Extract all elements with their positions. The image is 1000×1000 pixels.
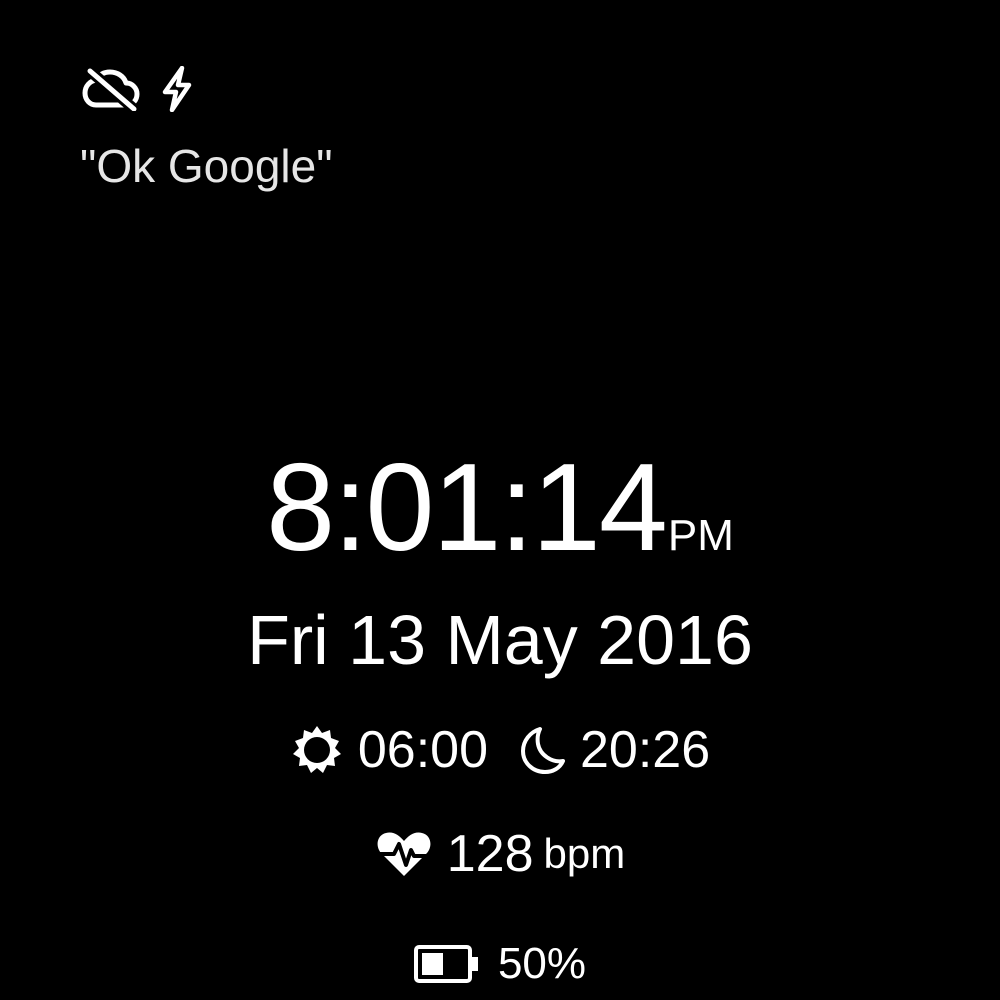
clock: 8:01:14 PM bbox=[0, 440, 1000, 570]
sunrise-time: 06:00 bbox=[357, 721, 488, 779]
heart-rate-value: 128 bbox=[446, 825, 534, 883]
battery-percent: 50% bbox=[497, 939, 587, 988]
moon-icon bbox=[518, 725, 580, 775]
status-bar bbox=[82, 66, 194, 112]
cloud-off-icon bbox=[82, 67, 140, 111]
battery-status: 50% bbox=[0, 936, 1000, 992]
battery-fill bbox=[421, 953, 443, 975]
clock-ampm: PM bbox=[667, 511, 734, 560]
sun-times: 06:00 20:26 bbox=[0, 718, 1000, 782]
sunset-time: 20:26 bbox=[580, 721, 711, 779]
charging-bolt-icon bbox=[160, 66, 194, 112]
clock-time: 8:01:14 bbox=[266, 439, 668, 577]
heart-rate-icon bbox=[374, 829, 447, 879]
battery-icon bbox=[413, 945, 498, 983]
heart-rate: 128 bpm bbox=[0, 822, 1000, 886]
sun-icon bbox=[290, 723, 358, 777]
date: Fri 13 May 2016 bbox=[247, 601, 753, 679]
ok-google-hint: "Ok Google" bbox=[80, 140, 333, 192]
heart-rate-unit: bpm bbox=[543, 830, 626, 877]
